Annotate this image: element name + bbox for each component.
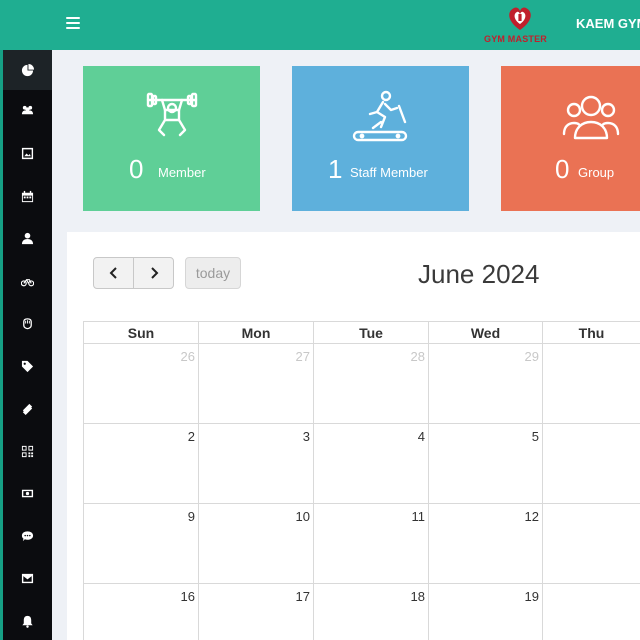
users-icon (21, 105, 34, 114)
sidebar-item-notifications[interactable] (3, 601, 52, 640)
day-cell[interactable]: 16 (84, 584, 199, 640)
day-number: 16 (180, 589, 195, 604)
ticket-icon (22, 403, 33, 415)
today-button[interactable]: today (185, 257, 241, 289)
chevron-left-icon (109, 267, 117, 279)
weekday-header: Thu (543, 322, 640, 344)
sidebar-item-dashboard[interactable] (3, 50, 52, 90)
sidebar-item-schedule[interactable] (3, 176, 52, 216)
chevron-right-icon (150, 267, 158, 279)
day-cell[interactable]: 11 (314, 504, 429, 584)
menu-toggle-icon[interactable] (66, 17, 80, 31)
day-cell[interactable]: 28 (314, 344, 429, 424)
calendar-panel: today June 2024 Sun Mon Tue Wed Thu 26 2… (67, 232, 640, 640)
tags-icon (21, 360, 34, 372)
sidebar-item-messages[interactable] (3, 516, 52, 556)
day-number: 9 (187, 509, 195, 524)
money-icon (21, 489, 34, 497)
day-cell[interactable] (543, 424, 640, 504)
day-number: 28 (410, 349, 425, 364)
top-navbar: GYM MASTER KAEM GYM (0, 0, 640, 50)
day-cell[interactable]: 4 (314, 424, 429, 504)
day-cell[interactable]: 26 (84, 344, 199, 424)
day-cell[interactable] (543, 584, 640, 640)
next-month-button[interactable] (133, 258, 173, 288)
day-cell[interactable]: 3 (199, 424, 314, 504)
group-count: 0 (555, 154, 570, 184)
mail-icon (21, 573, 34, 583)
prev-month-button[interactable] (94, 258, 133, 288)
staff-member-count: 1 (328, 154, 343, 184)
day-number: 3 (302, 429, 310, 444)
sidebar-item-class[interactable] (3, 388, 52, 428)
sidebar (0, 50, 52, 640)
weekday-header: Mon (199, 322, 314, 344)
day-cell[interactable] (543, 504, 640, 584)
day-cell[interactable]: 9 (84, 504, 199, 584)
day-cell[interactable]: 27 (199, 344, 314, 424)
day-cell[interactable]: 12 (429, 504, 543, 584)
day-cell[interactable]: 2 (84, 424, 199, 504)
logo-text: GYM MASTER (484, 34, 548, 44)
day-cell[interactable]: 10 (199, 504, 314, 584)
staff-member-label: Staff Member (350, 165, 428, 180)
day-number: 17 (295, 589, 310, 604)
sidebar-item-mail[interactable] (3, 558, 52, 598)
treadmill-icon (352, 90, 408, 142)
sidebar-item-attendance[interactable] (3, 431, 52, 471)
calendar-grid: Sun Mon Tue Wed Thu 26 27 28 29 2 3 4 5 … (83, 321, 640, 640)
sidebar-item-workouts[interactable] (3, 303, 52, 343)
bell-icon (22, 615, 33, 628)
weightlifter-icon (146, 92, 198, 137)
day-number: 5 (531, 429, 539, 444)
weekday-header: Sun (84, 322, 199, 344)
hand-icon (23, 317, 32, 329)
weekday-header: Tue (314, 322, 429, 344)
day-number: 2 (187, 429, 195, 444)
sidebar-item-activity[interactable] (3, 261, 52, 301)
weekday-header: Wed (429, 322, 543, 344)
day-number: 11 (411, 509, 426, 524)
qrcode-icon (21, 445, 34, 457)
day-cell[interactable]: 5 (429, 424, 543, 504)
day-number: 10 (295, 509, 310, 524)
sidebar-item-gallery[interactable] (3, 133, 52, 173)
member-count: 0 (129, 154, 144, 184)
sidebar-item-members[interactable] (3, 90, 52, 130)
day-number: 18 (410, 589, 425, 604)
day-number: 27 (295, 349, 310, 364)
day-cell[interactable] (543, 344, 640, 424)
calendar-nav-group (93, 257, 174, 289)
group-icon (562, 95, 620, 140)
member-card[interactable]: 0 Member (83, 66, 260, 211)
gym-name[interactable]: KAEM GYM (576, 16, 640, 31)
bicycle-icon (21, 278, 34, 286)
image-icon (21, 147, 34, 159)
dashboard-icon (21, 63, 34, 76)
day-number: 26 (180, 349, 195, 364)
sidebar-item-user[interactable] (3, 218, 52, 258)
user-icon (21, 232, 34, 244)
day-number: 4 (417, 429, 425, 444)
day-number: 29 (524, 349, 539, 364)
group-card[interactable]: 0 Group (501, 66, 640, 211)
day-cell[interactable]: 19 (429, 584, 543, 640)
calendar-title: June 2024 (418, 259, 540, 289)
sidebar-item-membership[interactable] (3, 346, 52, 386)
calendar-icon (21, 190, 34, 202)
day-cell[interactable]: 29 (429, 344, 543, 424)
day-number: 12 (524, 509, 539, 524)
chat-icon (21, 530, 34, 541)
day-cell[interactable]: 18 (314, 584, 429, 640)
sidebar-item-payment[interactable] (3, 473, 52, 513)
staff-member-card[interactable]: 1 Staff Member (292, 66, 469, 211)
day-cell[interactable]: 17 (199, 584, 314, 640)
member-label: Member (158, 165, 206, 180)
day-number: 19 (524, 589, 539, 604)
group-label: Group (578, 165, 615, 180)
